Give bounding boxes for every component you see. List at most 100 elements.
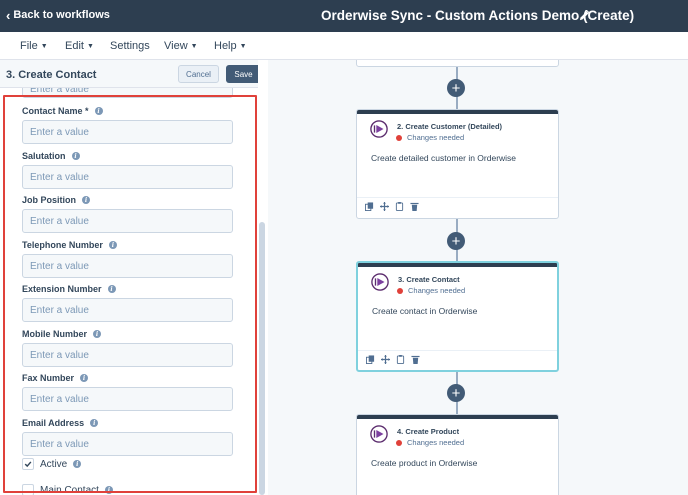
email-address-input[interactable]: Enter a value xyxy=(22,432,233,456)
card-description: Create contact in Orderwise xyxy=(372,306,478,316)
chevron-down-icon: ▼ xyxy=(190,42,198,50)
extension-number-label: Extension Number xyxy=(22,284,102,294)
menu-file[interactable]: File ▼ xyxy=(20,40,48,52)
info-icon[interactable]: i xyxy=(104,486,113,494)
chevron-left-icon: ‹ xyxy=(6,7,11,23)
field-salutation: Salutation i Enter a value xyxy=(22,150,234,189)
menu-help[interactable]: Help ▼ xyxy=(214,40,247,52)
chevron-down-icon: ▼ xyxy=(239,42,247,50)
active-label: Active xyxy=(40,458,68,470)
status-dot xyxy=(396,134,402,141)
card-description: Create detailed customer in Orderwise xyxy=(371,153,517,163)
add-action-button[interactable]: + xyxy=(447,384,465,402)
menu-help-label: Help xyxy=(214,40,237,52)
info-icon[interactable]: i xyxy=(90,419,99,427)
telephone-number-label: Telephone Number xyxy=(22,240,103,250)
info-icon[interactable]: i xyxy=(107,285,116,293)
card-accent-bar xyxy=(358,263,557,267)
clone-icon[interactable] xyxy=(395,202,404,211)
fax-number-input[interactable]: Enter a value xyxy=(22,387,233,411)
add-action-button[interactable]: + xyxy=(447,232,465,250)
status-label: Changes needed xyxy=(408,286,466,295)
workflow-canvas: + 2. Create Customer (Detailed) Changes … xyxy=(269,60,688,495)
clipped-input[interactable]: Enter a value xyxy=(22,88,233,98)
cancel-button[interactable]: Cancel xyxy=(178,65,219,83)
menu-settings-label: Settings xyxy=(110,40,150,52)
previous-action-card[interactable] xyxy=(356,60,559,67)
mobile-number-input[interactable]: Enter a value xyxy=(22,343,233,367)
menu-view-label: View xyxy=(164,40,188,52)
field-label: Extension Number i xyxy=(22,283,234,295)
app-logo-icon xyxy=(370,120,388,138)
info-icon[interactable]: i xyxy=(93,330,102,338)
panel-scrollbar[interactable] xyxy=(259,222,265,495)
field-fax-number: Fax Number i Enter a value xyxy=(22,372,234,411)
action-edit-panel: 3. Create Contact Cancel Save Enter a va… xyxy=(0,60,268,495)
field-mobile-number: Mobile Number i Enter a value xyxy=(22,328,234,367)
move-icon[interactable] xyxy=(381,355,390,364)
telephone-number-input[interactable]: Enter a value xyxy=(22,254,233,278)
action-card-create-customer[interactable]: 2. Create Customer (Detailed) Changes ne… xyxy=(356,109,559,219)
delete-icon[interactable] xyxy=(411,355,420,364)
field-label: Fax Number i xyxy=(22,372,234,384)
status-label: Changes needed xyxy=(407,438,465,447)
extension-number-input[interactable]: Enter a value xyxy=(22,298,233,322)
card-status: Changes needed xyxy=(397,286,465,295)
info-icon[interactable]: i xyxy=(94,107,103,115)
add-action-button[interactable]: + xyxy=(447,79,465,97)
main-contact-checkbox-row: Main Contact i xyxy=(22,484,113,495)
status-label: Changes needed xyxy=(407,133,465,142)
active-checkbox[interactable] xyxy=(22,458,34,470)
back-to-workflows-link[interactable]: ‹ Back to workflows xyxy=(6,7,110,23)
card-title: 2. Create Customer (Detailed) xyxy=(397,122,503,131)
top-bar: ‹ Back to workflows Orderwise Sync - Cus… xyxy=(0,0,688,32)
copy-icon[interactable] xyxy=(365,202,374,211)
fax-number-label: Fax Number xyxy=(22,373,75,383)
menu-view[interactable]: View ▼ xyxy=(164,40,198,52)
active-checkbox-row: Active i xyxy=(22,458,82,470)
app-logo-icon xyxy=(370,425,388,443)
clone-icon[interactable] xyxy=(396,355,405,364)
copy-icon[interactable] xyxy=(366,355,375,364)
check-icon xyxy=(24,461,32,468)
menu-edit[interactable]: Edit ▼ xyxy=(65,40,94,52)
info-icon[interactable]: i xyxy=(73,460,82,468)
info-icon[interactable]: i xyxy=(80,374,89,382)
status-dot xyxy=(396,439,402,446)
action-card-create-product[interactable]: 4. Create Product Changes needed Create … xyxy=(356,414,559,495)
main-contact-checkbox[interactable] xyxy=(22,484,34,495)
info-icon[interactable]: i xyxy=(82,196,90,204)
card-divider xyxy=(357,197,558,198)
card-title: 3. Create Contact xyxy=(398,275,460,284)
field-telephone-number: Telephone Number i Enter a value xyxy=(22,239,234,278)
salutation-input[interactable]: Enter a value xyxy=(22,165,233,189)
delete-icon[interactable] xyxy=(410,202,419,211)
card-divider xyxy=(358,350,557,351)
move-icon[interactable] xyxy=(380,202,389,211)
field-label: Email Address i xyxy=(22,417,234,429)
action-card-create-contact[interactable]: 3. Create Contact Changes needed Create … xyxy=(356,261,559,372)
mobile-number-label: Mobile Number xyxy=(22,329,88,339)
action-form: Enter a value Contact Name * i Enter a va… xyxy=(0,88,267,495)
status-dot xyxy=(397,287,403,294)
info-icon[interactable]: i xyxy=(108,241,117,249)
info-icon[interactable]: i xyxy=(71,152,80,160)
field-extension-number: Extension Number i Enter a value xyxy=(22,283,234,322)
menu-settings[interactable]: Settings xyxy=(110,40,150,52)
chevron-down-icon: ▼ xyxy=(86,42,94,50)
field-label: Mobile Number i xyxy=(22,328,234,340)
contact-name-input[interactable]: Enter a value xyxy=(22,120,233,144)
chevron-down-icon: ▼ xyxy=(40,42,48,50)
panel-header: 3. Create Contact Cancel Save xyxy=(0,60,267,88)
card-toolbar xyxy=(366,355,420,364)
panel-title: 3. Create Contact xyxy=(6,69,97,81)
card-accent-bar xyxy=(357,415,558,419)
menu-file-label: File xyxy=(20,40,38,52)
field-label: Telephone Number i xyxy=(22,239,234,251)
save-button[interactable]: Save xyxy=(226,65,261,83)
field-label: Salutation i xyxy=(22,150,234,162)
card-accent-bar xyxy=(357,110,558,114)
job-position-input[interactable]: Enter a value xyxy=(22,209,233,233)
field-label: Contact Name * i xyxy=(22,105,234,117)
pencil-icon[interactable] xyxy=(579,10,590,21)
